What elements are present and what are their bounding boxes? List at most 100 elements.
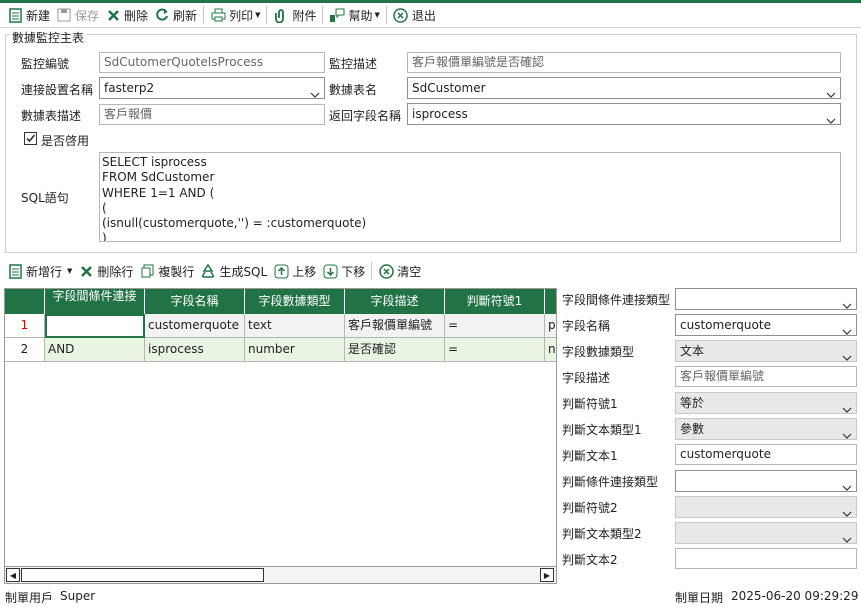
- chevron-down-icon: [842, 295, 852, 315]
- column-header[interactable]: 字段名稱: [145, 289, 245, 314]
- return-field-select[interactable]: isprocess: [407, 103, 841, 125]
- new-button[interactable]: 新建: [4, 4, 53, 26]
- chevron-down-icon: [826, 84, 836, 104]
- generate-sql-button[interactable]: 生成SQL: [197, 260, 270, 282]
- prop-op1-select[interactable]: 等於: [675, 392, 857, 414]
- column-header[interactable]: 字段數據類型: [245, 289, 345, 314]
- monitor-desc-label: 監控描述: [329, 57, 378, 71]
- refresh-button[interactable]: 刷新: [151, 4, 200, 26]
- cell-partial[interactable]: nu: [545, 338, 556, 362]
- prop-conn-type-select[interactable]: [675, 288, 857, 310]
- scroll-right-button[interactable]: ▶: [540, 568, 554, 582]
- attachment-button[interactable]: 附件: [270, 4, 319, 26]
- check-icon: [26, 134, 36, 143]
- cell-partial[interactable]: pa: [545, 314, 556, 338]
- cell-data-type[interactable]: text: [245, 314, 345, 338]
- prop-field-desc-label: 字段描述: [562, 371, 611, 385]
- cell-connection[interactable]: AND: [45, 338, 145, 362]
- prop-field-name-label: 字段名稱: [562, 319, 611, 333]
- row-number: 1: [5, 314, 45, 338]
- prop-op2-select[interactable]: [675, 496, 857, 518]
- prop-text1-label: 判斷文本1: [562, 449, 618, 463]
- detail-toolbar: 新增行 ▼ 刪除行 複製行 生成SQL 上移 下移 清空: [0, 259, 560, 283]
- cell-field-name[interactable]: customerquote: [145, 314, 245, 338]
- main-toolbar: 新建 保存 刪除 刷新 列印 ▼ 附件 幫助 ▼ 退出: [0, 3, 861, 28]
- connection-name-select[interactable]: fasterp2: [99, 77, 325, 99]
- chevron-down-icon: [842, 321, 852, 341]
- save-icon: [56, 7, 72, 23]
- monitor-desc-field[interactable]: 客戶報價單編號是否確認: [407, 52, 841, 73]
- row-number-header: [5, 289, 45, 314]
- clear-circle-x-icon: [378, 263, 394, 279]
- prop-field-name-select[interactable]: customerquote: [675, 314, 857, 336]
- save-button[interactable]: 保存: [53, 4, 102, 26]
- table-desc-field[interactable]: 客戶報價: [99, 104, 325, 125]
- prop-conn-type-label: 字段間條件連接類型: [562, 293, 671, 307]
- enabled-checkbox[interactable]: [24, 132, 37, 145]
- cell-description[interactable]: 客戶報價單編號: [345, 314, 445, 338]
- copy-icon: [139, 263, 155, 279]
- cell-connection[interactable]: [45, 314, 145, 338]
- delete-button[interactable]: 刪除: [102, 4, 151, 26]
- exit-button[interactable]: 退出: [390, 4, 439, 26]
- prop-cond-conn-select[interactable]: [675, 470, 857, 492]
- chevron-down-icon: [842, 477, 852, 497]
- cell-operator[interactable]: =: [445, 338, 545, 362]
- help-button[interactable]: 幫助 ▼: [326, 4, 382, 26]
- help-chat-icon: [329, 7, 345, 23]
- chevron-down-icon: [842, 347, 852, 367]
- move-up-button[interactable]: 上移: [270, 260, 319, 282]
- scroll-left-button[interactable]: ◀: [6, 568, 20, 582]
- column-header-partial[interactable]: [545, 289, 556, 314]
- toolbar-divider: [371, 262, 373, 280]
- table-row[interactable]: 1 customerquote text 客戶報價單編號 = pa: [5, 314, 556, 338]
- column-header[interactable]: 字段間條件連接: [45, 289, 145, 314]
- clear-button[interactable]: 清空: [375, 260, 424, 282]
- chevron-down-icon: ▼: [67, 267, 73, 275]
- monitor-code-field[interactable]: SdCutomerQuoteIsProcess: [99, 52, 325, 73]
- prop-text-type1-select[interactable]: 參數: [675, 418, 857, 440]
- arrow-down-icon: [322, 263, 338, 279]
- scrollbar-thumb[interactable]: [21, 568, 264, 582]
- prop-field-type-select[interactable]: 文本: [675, 340, 857, 362]
- created-date-label: 制單日期: [675, 591, 724, 605]
- prop-text-type2-select[interactable]: [675, 522, 857, 544]
- table-name-label: 數據表名: [329, 83, 378, 97]
- print-button[interactable]: 列印 ▼: [207, 4, 263, 26]
- delete-row-button[interactable]: 刪除行: [75, 260, 136, 282]
- monitor-code-label: 監控編號: [21, 57, 70, 71]
- table-name-select[interactable]: SdCustomer: [407, 77, 841, 99]
- created-by-value: Super: [60, 589, 96, 603]
- toolbar-divider: [266, 6, 268, 24]
- table-row[interactable]: 2 AND isprocess number 是否確認 = nu: [5, 338, 556, 362]
- cell-operator[interactable]: =: [445, 314, 545, 338]
- delete-icon: [78, 263, 94, 279]
- prop-text2-label: 判斷文本2: [562, 553, 618, 567]
- recycle-icon: [200, 263, 216, 279]
- delete-icon: [105, 7, 121, 23]
- prop-field-type-label: 字段數據類型: [562, 345, 635, 359]
- column-header[interactable]: 字段描述: [345, 289, 445, 314]
- toolbar-divider: [385, 6, 387, 24]
- copy-row-button[interactable]: 複製行: [136, 260, 197, 282]
- prop-text2-field[interactable]: [675, 548, 857, 569]
- horizontal-scrollbar[interactable]: ◀ ▶: [5, 566, 556, 583]
- cell-description[interactable]: 是否確認: [345, 338, 445, 362]
- column-header[interactable]: 判斷符號1: [445, 289, 545, 314]
- prop-text1-field[interactable]: customerquote: [675, 444, 857, 465]
- add-row-button[interactable]: 新增行 ▼: [4, 260, 75, 282]
- row-number: 2: [5, 338, 45, 362]
- sql-editor[interactable]: SELECT isprocess FROM SdCustomer WHERE 1…: [99, 152, 841, 242]
- condition-grid: 字段間條件連接 字段名稱 字段數據類型 字段描述 判斷符號1 1 custome…: [4, 288, 557, 584]
- return-field-label: 返回字段名稱: [329, 109, 402, 123]
- cell-field-name[interactable]: isprocess: [145, 338, 245, 362]
- prop-cond-conn-label: 判斷條件連接類型: [562, 475, 659, 489]
- new-doc-icon: [7, 7, 23, 23]
- cell-data-type[interactable]: number: [245, 338, 345, 362]
- chevron-down-icon: [842, 399, 852, 419]
- prop-field-desc-field[interactable]: 客戶報價單編號: [675, 366, 857, 387]
- exit-circle-x-icon: [393, 7, 409, 23]
- move-down-button[interactable]: 下移: [319, 260, 368, 282]
- chevron-down-icon: [826, 110, 836, 130]
- prop-op1-label: 判斷符號1: [562, 397, 618, 411]
